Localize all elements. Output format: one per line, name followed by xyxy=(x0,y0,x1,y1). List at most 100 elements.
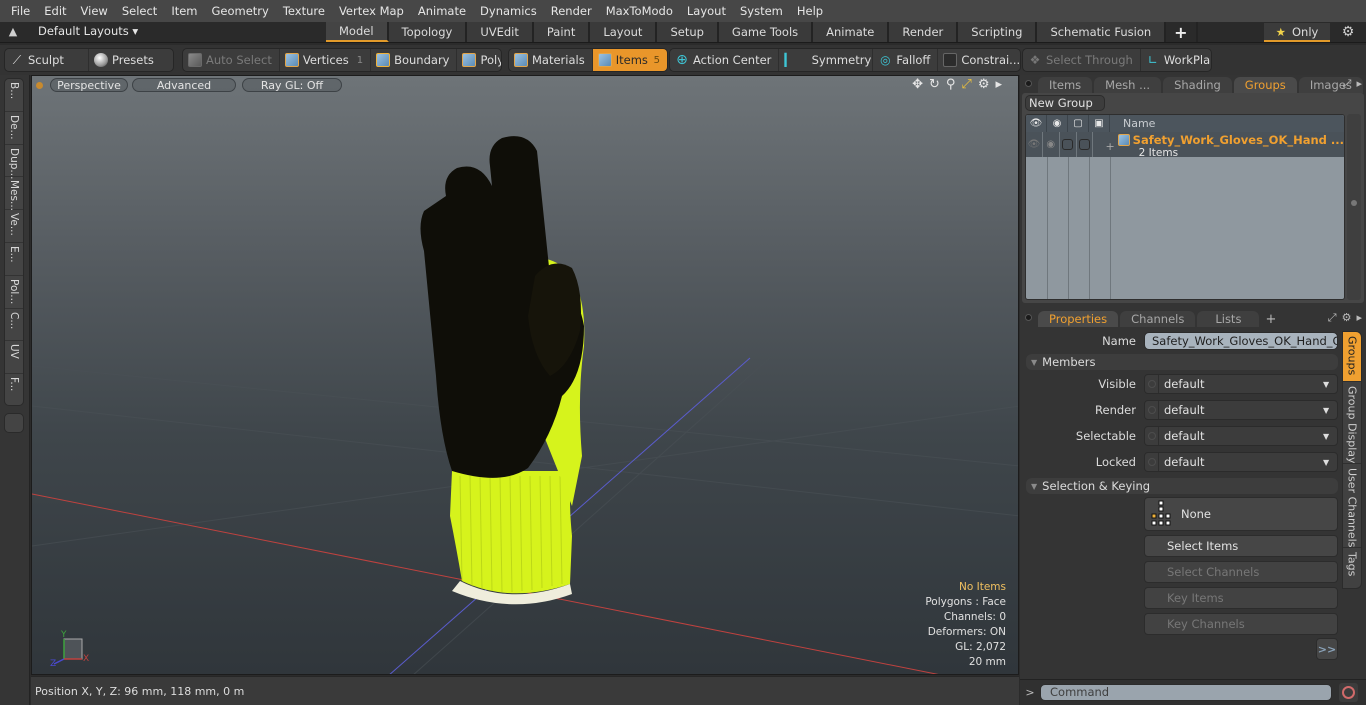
panel-menu-arrow-icon[interactable]: ▸ xyxy=(1356,311,1362,325)
menu-layout[interactable]: Layout xyxy=(680,4,733,18)
maximize-icon[interactable]: ⤢ xyxy=(961,77,971,92)
rotate-icon[interactable]: ↻ xyxy=(929,77,940,92)
key-items-button[interactable]: Key Items xyxy=(1144,587,1338,609)
command-input[interactable]: Command xyxy=(1040,684,1332,701)
side-tab-tags[interactable]: Tags xyxy=(1343,548,1361,588)
tab-render[interactable]: Render xyxy=(889,22,959,42)
viewport-gear-icon[interactable]: ⚙ xyxy=(978,77,990,92)
left-tab-polygon[interactable]: Pol... xyxy=(5,276,23,309)
menu-vertex-map[interactable]: Vertex Map xyxy=(332,4,411,18)
panel-dot-icon[interactable] xyxy=(1025,314,1032,321)
visible-dropdown[interactable]: default ▼ xyxy=(1144,374,1338,394)
locked-cube-icon[interactable]: ▣ xyxy=(1089,115,1110,132)
tab-setup[interactable]: Setup xyxy=(657,22,719,42)
viewport-menu-arrow-icon[interactable]: ▸ xyxy=(995,77,1002,92)
gear-icon[interactable]: ⚙ xyxy=(1340,24,1356,40)
vertices-button[interactable]: Vertices 1 xyxy=(280,49,372,71)
menu-system[interactable]: System xyxy=(733,4,790,18)
tab-lists[interactable]: Lists xyxy=(1197,311,1260,327)
symmetry-button[interactable]: ▎ Symmetry xyxy=(779,49,874,71)
tab-paint[interactable]: Paint xyxy=(533,22,591,42)
menu-select[interactable]: Select xyxy=(115,4,164,18)
name-column-header[interactable]: Name xyxy=(1110,117,1155,130)
menu-edit[interactable]: Edit xyxy=(37,4,73,18)
visibility-eye-icon[interactable]: 👁 xyxy=(1026,115,1047,132)
tab-channels[interactable]: Channels xyxy=(1120,311,1196,327)
menu-item[interactable]: Item xyxy=(164,4,204,18)
tab-shading[interactable]: Shading xyxy=(1163,77,1232,93)
layout-select[interactable]: Default Layouts ▾ xyxy=(38,24,138,41)
left-tab-basic[interactable]: B... xyxy=(5,79,23,112)
left-tab-deform[interactable]: De... xyxy=(5,112,23,145)
menu-texture[interactable]: Texture xyxy=(276,4,332,18)
tab-groups[interactable]: Groups xyxy=(1233,77,1297,93)
3d-viewport[interactable]: Y X Z Perspective Advanced Ray GL: Off ✥… xyxy=(31,75,1019,675)
tab-game-tools[interactable]: Game Tools xyxy=(718,22,814,42)
left-tab-mesh-edit[interactable]: Mes... xyxy=(5,177,23,211)
menu-geometry[interactable]: Geometry xyxy=(205,4,276,18)
left-tab-vertex[interactable]: Ve... xyxy=(5,210,23,243)
only-toggle-button[interactable]: ★ Only xyxy=(1264,23,1330,42)
tab-items[interactable]: Items xyxy=(1038,77,1093,93)
view-mode-button[interactable]: Perspective xyxy=(50,78,128,92)
left-tab-duplicate[interactable]: Dup... xyxy=(5,145,23,179)
panel-menu-arrow-icon[interactable]: ▸ xyxy=(1356,77,1362,91)
constraints-button[interactable]: Constrai... xyxy=(938,49,1020,71)
add-panel-tab-button[interactable]: + xyxy=(1261,311,1280,327)
select-items-button[interactable]: Select Items xyxy=(1144,535,1338,557)
polygons-button[interactable]: Polygons xyxy=(457,49,501,71)
pan-icon[interactable]: ✥ xyxy=(912,77,923,92)
items-button[interactable]: Items 5 xyxy=(592,49,667,71)
groups-scrollbar[interactable] xyxy=(1347,114,1361,300)
select-through-button[interactable]: ❖ Select Through xyxy=(1023,49,1141,71)
menu-dynamics[interactable]: Dynamics xyxy=(473,4,544,18)
tab-layout[interactable]: Layout xyxy=(590,22,658,42)
render-camera-icon[interactable]: ◉ xyxy=(1047,115,1068,132)
action-center-button[interactable]: ⊕ Action Center xyxy=(670,49,780,71)
tab-topology[interactable]: Topology xyxy=(388,22,468,42)
menu-view[interactable]: View xyxy=(74,4,115,18)
render-dropdown[interactable]: default ▼ xyxy=(1144,400,1338,420)
tab-scripting[interactable]: Scripting xyxy=(958,22,1038,42)
more-button[interactable]: >> xyxy=(1316,638,1338,660)
selection-keying-section[interactable]: ▼ Selection & Keying xyxy=(1026,478,1338,494)
selectable-cube-icon[interactable]: ▢ xyxy=(1068,115,1089,132)
collapse-up-icon[interactable]: ▲ xyxy=(6,25,20,39)
tab-model[interactable]: Model xyxy=(326,22,389,42)
table-row[interactable]: 👁 ◉ + Safety_Work_Gloves_OK_Hand ... 2 I… xyxy=(1026,132,1344,159)
members-section[interactable]: ▼ Members xyxy=(1026,354,1338,370)
side-tab-user-channels[interactable]: User Channels xyxy=(1343,464,1361,548)
row-selectable-toggle[interactable] xyxy=(1060,132,1077,157)
auto-select-button[interactable]: Auto Select xyxy=(183,49,280,71)
key-channels-button[interactable]: Key Channels xyxy=(1144,613,1338,635)
record-macro-button[interactable] xyxy=(1339,683,1358,702)
row-lock-toggle[interactable] xyxy=(1077,132,1094,157)
falloff-button[interactable]: ◎ Falloff xyxy=(873,49,939,71)
shading-mode-button[interactable]: Advanced xyxy=(132,78,236,92)
panel-gear-icon[interactable]: ⚙ xyxy=(1342,311,1352,325)
row-render-toggle[interactable]: ◉ xyxy=(1043,132,1060,157)
expand-row-icon[interactable]: + xyxy=(1105,140,1114,153)
left-tab-fusion[interactable]: F... xyxy=(5,374,23,405)
tab-mesh[interactable]: Mesh ... xyxy=(1094,77,1162,93)
row-visibility-toggle[interactable]: 👁 xyxy=(1026,132,1043,157)
zoom-icon[interactable]: ⚲ xyxy=(946,77,956,92)
expand-panel-icon[interactable]: ⤢ xyxy=(1343,77,1352,91)
materials-button[interactable]: Materials xyxy=(509,49,593,71)
side-tab-groups[interactable]: Groups xyxy=(1343,332,1361,382)
menu-help[interactable]: Help xyxy=(790,4,830,18)
panel-dot-icon[interactable] xyxy=(1025,80,1032,87)
group-name-field[interactable]: Safety_Work_Gloves_OK_Hand_Gesture xyxy=(1144,332,1338,350)
left-tab-curve[interactable]: C... xyxy=(5,309,23,342)
new-group-button[interactable]: New Group xyxy=(1025,95,1105,111)
menu-maxtomodo[interactable]: MaxToModo xyxy=(599,4,680,18)
tab-animate[interactable]: Animate xyxy=(813,22,890,42)
select-channels-button[interactable]: Select Channels xyxy=(1144,561,1338,583)
boundary-button[interactable]: Boundary xyxy=(371,49,458,71)
menu-animate[interactable]: Animate xyxy=(411,4,473,18)
scroll-handle[interactable] xyxy=(1351,200,1357,206)
menu-file[interactable]: File xyxy=(4,4,37,18)
tab-schematic-fusion[interactable]: Schematic Fusion xyxy=(1037,22,1167,42)
expand-panel-icon[interactable]: ⤢ xyxy=(1328,311,1337,325)
side-tab-group-display[interactable]: Group Display xyxy=(1343,382,1361,464)
